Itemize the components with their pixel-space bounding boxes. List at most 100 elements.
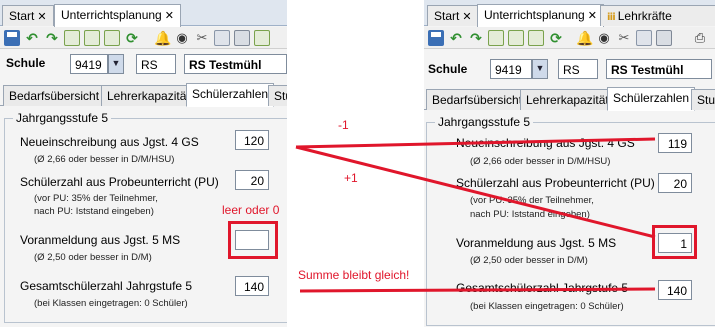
bell-icon[interactable]: 🔔 (154, 30, 171, 46)
row-hint: (bei Klassen eingetragen: 0 Schüler) (34, 298, 188, 309)
school-name-field: RS Testmühl (184, 54, 287, 74)
row-label: Neueinschreibung aus Jgst. 4 GS (20, 135, 199, 149)
copy-icon[interactable] (636, 30, 652, 46)
row-label: Voranmeldung aus Jgst. 5 MS (20, 233, 181, 247)
row-hint: (Ø 2,66 oder besser in D/M/HSU) (34, 154, 175, 165)
tab-label: Unterrichtsplanung (61, 8, 162, 22)
copy-icon[interactable] (214, 30, 230, 46)
tab-label: Start (434, 9, 460, 23)
subtab-schuelerzahlen[interactable]: Schülerzahlen (186, 83, 275, 107)
undo-icon[interactable]: ↶ (24, 30, 40, 46)
toolbar: ↶ ↷ ⟳ 🔔 ◉ ✂ (0, 27, 287, 49)
document-icon[interactable] (64, 30, 80, 46)
document-icon[interactable] (84, 30, 100, 46)
row-hint: nach PU: Iststand eingeben) (34, 206, 154, 217)
eye-icon[interactable]: ◉ (596, 30, 612, 46)
subtab-strip: Bedarfsübersicht Lehrerkapazität Schüler… (424, 86, 715, 111)
redo-icon[interactable]: ↷ (468, 30, 484, 46)
refresh-icon[interactable]: ⟳ (124, 30, 140, 46)
document-icon[interactable] (254, 30, 270, 46)
paste-icon[interactable] (234, 30, 250, 46)
refresh-icon[interactable]: ⟳ (548, 30, 564, 46)
close-icon[interactable]: ✕ (588, 10, 597, 22)
document-icon[interactable] (104, 30, 120, 46)
school-type-field: RS (136, 54, 176, 74)
school-number-select[interactable]: 9419 (490, 59, 532, 79)
tab-unterrichtsplanung[interactable]: Unterrichtsplanung ✕ (477, 4, 604, 27)
gesamtschuelerzahl-field: 140 (658, 280, 692, 300)
row-hint: (Ø 2,50 oder besser in D/M) (470, 255, 588, 266)
tab-unterrichtsplanung[interactable]: Unterrichtsplanung ✕ (54, 4, 181, 27)
row-label: Gesamtschülerzahl Jahrgstufe 5 (20, 279, 193, 293)
subtab-lehrerkapazitaet[interactable]: Lehrerkapazität (101, 85, 196, 106)
group-title: Jahrgangsstufe 5 (435, 115, 534, 129)
left-app-window: Start ✕ Unterrichtsplanung ✕ ↶ ↷ ⟳ 🔔 ◉ ✂ S… (0, 0, 287, 327)
subtab-lehrerkapazitaet[interactable]: Lehrerkapazität (520, 89, 615, 110)
close-icon[interactable]: ✕ (37, 11, 46, 23)
subtab-bedarfsuebersicht[interactable]: Bedarfsübersicht (3, 85, 106, 106)
tab-label: Start (9, 9, 35, 23)
print-icon[interactable]: ⎙ (692, 30, 708, 46)
save-icon[interactable] (4, 30, 20, 46)
subtab-schuelerzahlen[interactable]: Schülerzahlen (607, 87, 696, 111)
close-icon[interactable]: ✕ (462, 11, 471, 23)
row-hint: (bei Klassen eingetragen: 0 Schüler) (470, 301, 624, 312)
row-label: Schülerzahl aus Probeunterricht (PU) (456, 176, 655, 190)
row-hint: nach PU: Iststand eingeben) (470, 209, 590, 220)
close-icon[interactable]: ✕ (165, 10, 174, 22)
tab-start[interactable]: Start ✕ (2, 5, 54, 26)
document-icon[interactable] (528, 30, 544, 46)
eye-icon[interactable]: ◉ (174, 30, 190, 46)
annotation-empty-hint: leer oder 0 (222, 203, 280, 217)
group-title: Jahrgangsstufe 5 (13, 111, 112, 125)
scissors-icon[interactable]: ✂ (194, 30, 210, 46)
save-icon[interactable] (428, 30, 444, 46)
right-app-window: Start ✕ Unterrichtsplanung ✕ ⅲ Lehrkräfte ↶… (424, 0, 715, 327)
tab-lehrkraefte[interactable]: ⅲ Lehrkräfte (600, 5, 715, 26)
subtab-bedarfsuebersicht[interactable]: Bedarfsübersicht (426, 89, 529, 110)
document-icon[interactable] (488, 30, 504, 46)
document-icon[interactable] (508, 30, 524, 46)
school-row: Schule 9419 ▼ RS RS Testmühl (0, 51, 287, 77)
chevron-down-icon[interactable]: ▼ (108, 54, 124, 74)
school-type-field: RS (558, 59, 598, 79)
neueinschreibung-input[interactable]: 120 (235, 130, 269, 150)
annotation-plus: +1 (344, 171, 358, 185)
row-hint: (vor PU: 35% der Teilnehmer, (34, 193, 158, 204)
chevron-down-icon[interactable]: ▼ (532, 59, 548, 79)
tab-label: Unterrichtsplanung (484, 8, 585, 22)
subtab-stundentafel[interactable]: Stu (691, 89, 715, 110)
tab-start[interactable]: Start ✕ (427, 5, 479, 26)
undo-icon[interactable]: ↶ (448, 30, 464, 46)
school-label: Schule (6, 56, 46, 70)
row-label: Neueinschreibung aus Jgst. 4 GS (456, 136, 635, 150)
row-label: Gesamtschülerzahl Jahrgstufe 5 (456, 281, 629, 295)
row-label: Schülerzahl aus Probeunterricht (PU) (20, 175, 219, 189)
row-label: Voranmeldung aus Jgst. 5 MS (456, 236, 617, 250)
scissors-icon[interactable]: ✂ (616, 30, 632, 46)
row-hint: (Ø 2,66 oder besser in D/M/HSU) (470, 156, 611, 167)
highlight-box-empty (228, 221, 278, 259)
subtab-strip: Bedarfsübersicht Lehrerkapazität Schüler… (0, 82, 287, 107)
subtab-stundentafel[interactable]: Stu (268, 85, 287, 106)
school-label: Schule (428, 62, 468, 76)
bell-icon[interactable]: 🔔 (576, 30, 593, 46)
paste-icon[interactable] (656, 30, 672, 46)
probeunterricht-input[interactable]: 20 (235, 170, 269, 190)
annotation-sum-hint: Summe bleibt gleich! (298, 268, 410, 282)
probeunterricht-input[interactable]: 20 (658, 173, 692, 193)
gesamtschuelerzahl-field: 140 (235, 276, 269, 296)
redo-icon[interactable]: ↷ (44, 30, 60, 46)
annotation-minus: -1 (338, 118, 349, 132)
tab-strip: Start ✕ Unterrichtsplanung ✕ ⅲ Lehrkräfte (424, 0, 715, 27)
neueinschreibung-input[interactable]: 119 (658, 133, 692, 153)
school-row: Schule 9419 ▼ RS RS Testmühl (424, 51, 715, 79)
row-hint: (vor PU: 35% der Teilnehmer, (470, 195, 594, 206)
toolbar: ↶ ↷ ⟳ 🔔 ◉ ✂ ⎙ (424, 27, 715, 49)
row-hint: (Ø 2,50 oder besser in D/M) (34, 252, 152, 263)
school-name-field: RS Testmühl (606, 59, 712, 79)
highlight-box-voranmeldung (652, 225, 697, 259)
tab-label: Lehrkräfte (617, 9, 672, 23)
people-icon: ⅲ (607, 12, 616, 23)
school-number-select[interactable]: 9419 (70, 54, 108, 74)
